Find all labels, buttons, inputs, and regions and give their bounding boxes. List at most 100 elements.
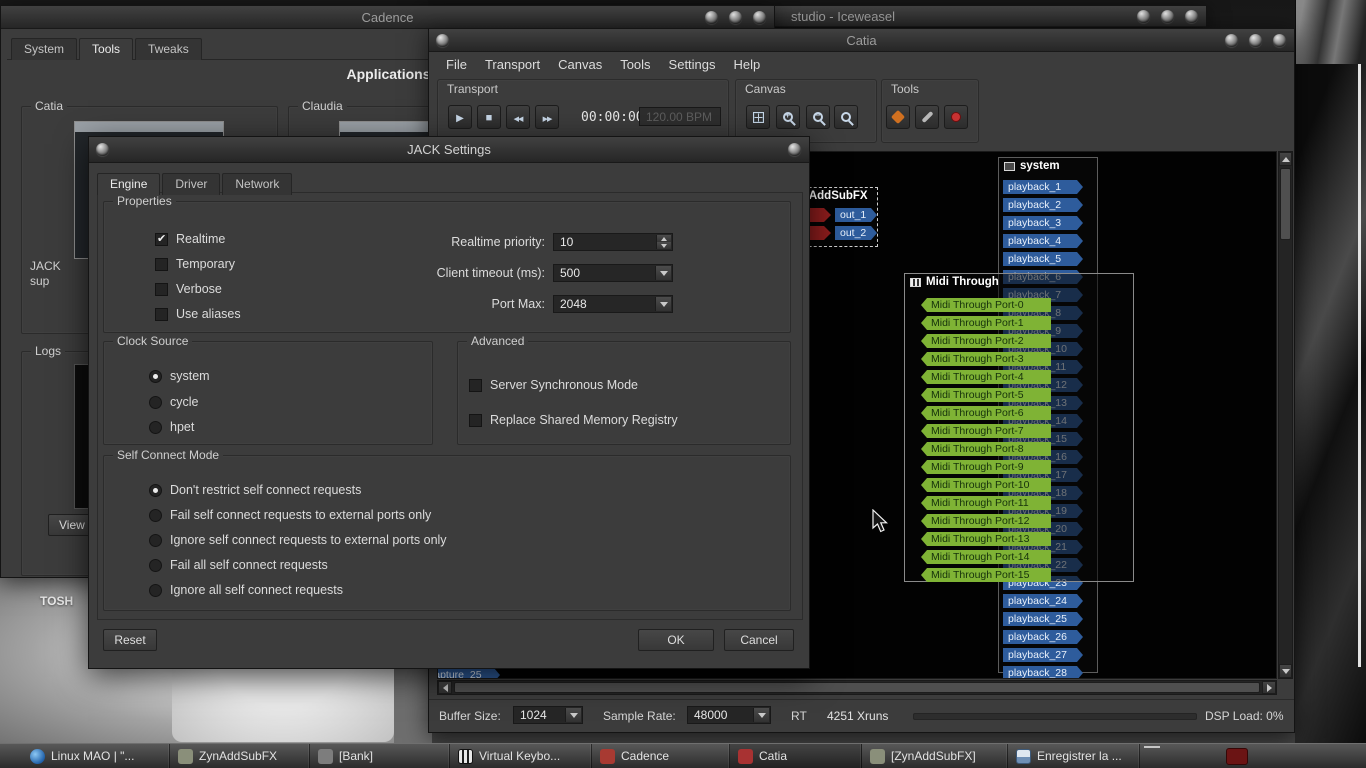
menu-file[interactable]: File (437, 57, 476, 72)
checkbox-box[interactable] (469, 379, 482, 392)
port-midi-through[interactable]: Midi Through Port-14 (921, 550, 1051, 564)
jack-settings-titlebar[interactable]: JACK Settings (89, 137, 809, 163)
tab-tools[interactable]: Tools (79, 38, 133, 60)
radio-circle[interactable] (149, 484, 162, 497)
combo-arrow-button[interactable] (655, 297, 671, 311)
cadence-titlebar[interactable]: Cadence (1, 6, 774, 29)
combo-arrow-button[interactable] (565, 708, 581, 722)
port-midi-through[interactable]: Midi Through Port-3 (921, 352, 1051, 366)
configure-button[interactable] (886, 105, 910, 129)
combo-arrow-button[interactable] (753, 708, 769, 722)
catia-titlebar[interactable]: Catia (429, 29, 1294, 52)
taskbar-item-catia[interactable]: Catia (730, 744, 862, 768)
minimize-button[interactable] (705, 11, 718, 24)
scroll-left-button[interactable] (438, 681, 452, 694)
jack-settings-dialog[interactable]: JACK Settings Engine Driver Network Prop… (88, 136, 810, 669)
port-playback[interactable]: playback_4 (1003, 234, 1083, 248)
close-button[interactable] (1185, 10, 1198, 23)
port-playback[interactable]: playback_3 (1003, 216, 1083, 230)
tray-red-icon[interactable] (1226, 748, 1248, 765)
taskbar-item-virtual-keyboard[interactable]: Virtual Keybo... (450, 744, 592, 768)
port-playback[interactable]: playback_24 (1003, 594, 1083, 608)
transport-backward-button[interactable] (506, 105, 530, 129)
maximize-button[interactable] (1249, 34, 1262, 47)
taskbar-item-cadence[interactable]: Cadence (592, 744, 730, 768)
port-playback[interactable]: playback_28 (1003, 666, 1083, 679)
port-midi-through[interactable]: Midi Through Port-2 (921, 334, 1051, 348)
ok-button[interactable]: OK (638, 629, 714, 651)
port-playback[interactable]: playback_5 (1003, 252, 1083, 266)
taskbar-item-zynaddsubfx-2[interactable]: [ZynAddSubFX] (862, 744, 1008, 768)
self-connect-option-3[interactable]: Fail all self connect requests (149, 557, 328, 573)
vertical-scroll-thumb[interactable] (1280, 168, 1291, 240)
settings-tool-button[interactable] (915, 105, 939, 129)
self-connect-option-1[interactable]: Fail self connect requests to external p… (149, 507, 431, 523)
port-capture[interactable]: capture_25 (437, 668, 500, 679)
radio-circle[interactable] (149, 421, 162, 434)
taskbar-item-bank[interactable]: [Bank] (310, 744, 450, 768)
realtime-priority-spinbox[interactable]: 10 (553, 233, 673, 251)
port-out[interactable]: out_2 (835, 226, 877, 240)
checkbox-box[interactable] (469, 414, 482, 427)
window-menu-button[interactable] (436, 34, 449, 47)
server-sync-checkbox[interactable]: Server Synchronous Mode (469, 377, 638, 393)
use-aliases-checkbox[interactable]: Use aliases (155, 306, 241, 322)
tab-engine[interactable]: Engine (97, 173, 160, 195)
horizontal-scroll-thumb[interactable] (454, 682, 1260, 693)
radio-circle[interactable] (149, 370, 162, 383)
replace-shm-checkbox[interactable]: Replace Shared Memory Registry (469, 412, 678, 428)
port-midi-through[interactable]: Midi Through Port-8 (921, 442, 1051, 456)
port-midi-through[interactable]: Midi Through Port-4 (921, 370, 1051, 384)
port-playback[interactable]: playback_27 (1003, 648, 1083, 662)
menu-tools[interactable]: Tools (611, 57, 659, 72)
port-playback[interactable]: playback_2 (1003, 198, 1083, 212)
clock-cycle-radio[interactable]: cycle (149, 394, 198, 410)
port-midi-through[interactable]: Midi Through Port-12 (921, 514, 1051, 528)
zoom-fit-button[interactable] (746, 105, 770, 129)
radio-circle[interactable] (149, 534, 162, 547)
realtime-checkbox[interactable]: Realtime (155, 231, 225, 247)
port-playback[interactable]: playback_1 (1003, 180, 1083, 194)
checkbox-box[interactable] (155, 283, 168, 296)
port-midi-through[interactable]: Midi Through Port-11 (921, 496, 1051, 510)
spin-down-button[interactable] (656, 242, 671, 249)
menu-settings[interactable]: Settings (660, 57, 725, 72)
clock-system-radio[interactable]: system (149, 368, 210, 384)
self-connect-option-2[interactable]: Ignore self connect requests to external… (149, 532, 447, 548)
sample-rate-combobox[interactable]: 48000 (687, 706, 771, 724)
port-midi-through[interactable]: Midi Through Port-6 (921, 406, 1051, 420)
checkbox-box[interactable] (155, 308, 168, 321)
reset-button[interactable]: Reset (103, 629, 157, 651)
tab-system[interactable]: System (11, 38, 77, 60)
window-menu-button[interactable] (96, 143, 109, 156)
port-max-combobox[interactable]: 2048 (553, 295, 673, 313)
tab-network[interactable]: Network (222, 173, 292, 195)
radio-circle[interactable] (149, 559, 162, 572)
port-midi-through[interactable]: Midi Through Port-9 (921, 460, 1051, 474)
zoom-100-button[interactable] (834, 105, 858, 129)
port-midi-through[interactable]: Midi Through Port-10 (921, 478, 1051, 492)
scroll-down-button[interactable] (1279, 664, 1292, 678)
transport-forward-button[interactable] (535, 105, 559, 129)
client-timeout-combobox[interactable]: 500 (553, 264, 673, 282)
menu-transport[interactable]: Transport (476, 57, 549, 72)
record-button[interactable] (944, 105, 968, 129)
self-connect-option-4[interactable]: Ignore all self connect requests (149, 582, 343, 598)
radio-circle[interactable] (149, 396, 162, 409)
radio-circle[interactable] (149, 584, 162, 597)
port-playback[interactable]: playback_26 (1003, 630, 1083, 644)
taskbar-item-zynaddsubfx[interactable]: ZynAddSubFX (170, 744, 310, 768)
port-out[interactable]: out_1 (835, 208, 877, 222)
port-midi-through[interactable]: Midi Through Port-1 (921, 316, 1051, 330)
port-midi-through[interactable]: Midi Through Port-5 (921, 388, 1051, 402)
port-midi-through[interactable]: Midi Through Port-13 (921, 532, 1051, 546)
maximize-button[interactable] (1161, 10, 1174, 23)
taskbar-item-iceweasel[interactable]: Linux MAO | "... (22, 744, 170, 768)
zoom-out-button[interactable] (806, 105, 830, 129)
tab-tweaks[interactable]: Tweaks (135, 38, 202, 60)
port-midi-through[interactable]: Midi Through Port-0 (921, 298, 1051, 312)
minimize-button[interactable] (1225, 34, 1238, 47)
menu-canvas[interactable]: Canvas (549, 57, 611, 72)
port-midi-through[interactable]: Midi Through Port-7 (921, 424, 1051, 438)
spin-up-button[interactable] (656, 235, 671, 242)
